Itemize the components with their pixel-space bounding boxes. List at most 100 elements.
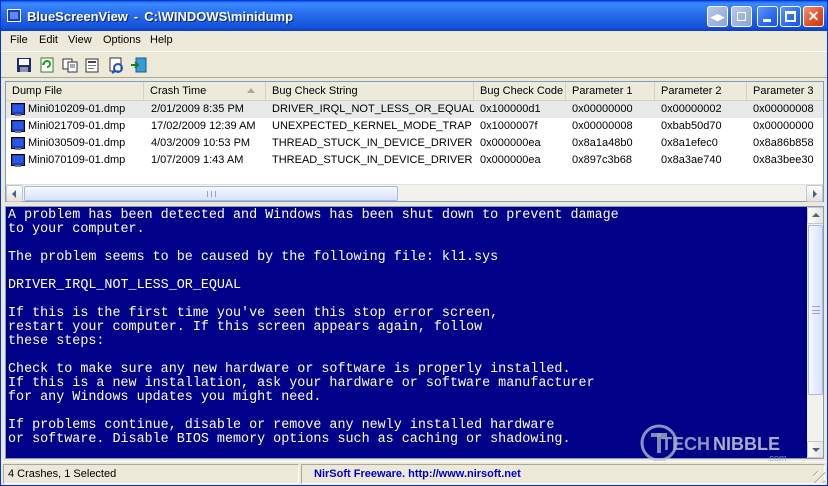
scroll-down-button[interactable] <box>807 441 823 458</box>
bsod-line: to your computer. <box>8 222 145 237</box>
nirsoft-link[interactable]: NirSoft Freeware. http://www.nirsoft.net <box>306 468 521 480</box>
grip-icon <box>207 191 216 197</box>
scroll-right-button[interactable] <box>806 185 823 202</box>
bsod-line <box>8 405 804 419</box>
copy-icon[interactable] <box>61 56 79 74</box>
cell-crash-time: 2/01/2009 8:35 PM <box>151 103 244 115</box>
cell-parameter-2: 0x8a3ae740 <box>661 154 722 166</box>
title-path: C:\WINDOWS\minidump <box>144 9 294 24</box>
bsod-line: DRIVER_IRQL_NOT_LESS_OR_EQUAL <box>8 278 242 293</box>
close-icon: ✕ <box>807 8 820 24</box>
properties-icon[interactable] <box>83 56 101 74</box>
cell-bug-check-code: 0x000000ea <box>480 154 541 166</box>
cell-parameter-3: 0x8a86b858 <box>753 137 814 149</box>
bsod-line: The problem seems to be caused by the fo… <box>8 250 499 265</box>
save-icon[interactable] <box>15 56 33 74</box>
cell-parameter-1: 0x00000000 <box>572 103 633 115</box>
chevron-left-icon <box>12 190 16 198</box>
menu-bar: File Edit View Options Help <box>1 31 827 50</box>
bsod-line <box>8 293 804 307</box>
cell-parameter-2: 0x8a1efec0 <box>661 137 718 149</box>
advanced-options-icon[interactable] <box>107 56 125 74</box>
bsod-line: A problem has been detected and Windows … <box>8 208 619 223</box>
dump-file-icon <box>11 137 25 150</box>
cell-bug-check-code: 0x000000ea <box>480 137 541 149</box>
column-parameter-3[interactable]: Parameter 3 <box>747 82 823 101</box>
menu-options[interactable]: Options <box>103 34 141 46</box>
bsod-line: Check to make sure any new hardware or s… <box>8 362 571 377</box>
bsod-line <box>8 265 804 279</box>
grip-icon <box>812 306 820 314</box>
cell-parameter-3: 0x00000008 <box>753 103 814 115</box>
cell-parameter-1: 0x8a1a48b0 <box>572 137 633 149</box>
sort-ascending-icon <box>247 88 255 93</box>
refresh-icon[interactable] <box>38 56 56 74</box>
cell-dump-file: Mini070109-01.dmp <box>28 154 126 166</box>
cell-dump-file: Mini030509-01.dmp <box>28 137 126 149</box>
cell-bug-check-string: DRIVER_IRQL_NOT_LESS_OR_EQUAL <box>272 103 474 115</box>
horizontal-scroll-thumb[interactable] <box>24 186 398 201</box>
close-button[interactable]: ✕ <box>803 6 824 27</box>
column-bug-check-code[interactable]: Bug Check Code <box>474 82 566 101</box>
cell-bug-check-code: 0x1000007f <box>480 120 538 132</box>
column-parameter-2[interactable]: Parameter 2 <box>655 82 747 101</box>
toolbar <box>1 51 827 78</box>
cell-crash-time: 1/07/2009 1:43 AM <box>151 154 244 166</box>
cell-crash-time: 4/03/2009 10:53 PM <box>151 137 251 149</box>
bsod-line: If this is the first time you've seen th… <box>8 306 499 321</box>
scroll-left-button[interactable] <box>6 185 23 202</box>
vertical-scrollbar[interactable] <box>807 207 823 458</box>
table-row[interactable]: Mini021709-01.dmp 17/02/2009 12:39 AM UN… <box>6 118 823 135</box>
app-window: BlueScreenView - C:\WINDOWS\minidump ◀▶ ✕ … <box>0 0 828 486</box>
minimize-icon <box>763 19 771 22</box>
vertical-scroll-thumb[interactable] <box>808 225 823 395</box>
rollup-button[interactable]: ◀▶ <box>707 6 728 27</box>
window-title: BlueScreenView - C:\WINDOWS\minidump <box>27 9 293 24</box>
chevron-down-icon <box>812 448 820 452</box>
resize-grip-icon[interactable] <box>813 471 825 483</box>
cell-dump-file: Mini021709-01.dmp <box>28 120 126 132</box>
cell-parameter-1: 0x897c3b68 <box>572 154 632 166</box>
table-row-selected[interactable]: Mini010209-01.dmp 2/01/2009 8:35 PM DRIV… <box>6 101 823 118</box>
watermark-text-light: NIBBLE <box>713 434 780 454</box>
menu-edit[interactable]: Edit <box>39 34 58 46</box>
menu-help[interactable]: Help <box>150 34 173 46</box>
chevron-right-icon <box>813 190 817 198</box>
bsod-line <box>8 237 804 251</box>
cell-parameter-3: 0x8a3bee30 <box>753 154 814 166</box>
cell-parameter-2: 0x00000002 <box>661 103 722 115</box>
exit-icon[interactable] <box>130 56 148 74</box>
horizontal-scrollbar[interactable] <box>6 184 823 202</box>
status-credit: NirSoft Freeware. http://www.nirsoft.net <box>301 464 825 484</box>
app-name: BlueScreenView <box>27 9 128 24</box>
menu-file[interactable]: File <box>10 34 28 46</box>
table-row[interactable]: Mini030509-01.dmp 4/03/2009 10:53 PM THR… <box>6 135 823 152</box>
bsod-preview-pane[interactable]: A problem has been detected and Windows … <box>5 206 824 459</box>
bsod-line: If this is a new installation, ask your … <box>8 376 595 391</box>
crash-list[interactable]: Dump File Crash Time Bug Check String Bu… <box>5 81 824 202</box>
tray-button[interactable] <box>731 6 752 27</box>
cell-parameter-3: 0x00000000 <box>753 120 814 132</box>
cell-bug-check-code: 0x100000d1 <box>480 103 541 115</box>
technibble-watermark: TECH NIBBLE .com <box>639 423 799 465</box>
column-dump-file[interactable]: Dump File <box>6 82 144 101</box>
app-icon <box>7 9 21 22</box>
cell-parameter-1: 0x00000008 <box>572 120 633 132</box>
cell-parameter-2: 0xbab50d70 <box>661 120 722 132</box>
dump-file-icon <box>11 154 25 167</box>
status-bar: 4 Crashes, 1 Selected NirSoft Freeware. … <box>1 461 827 485</box>
column-bug-check-string[interactable]: Bug Check String <box>266 82 474 101</box>
cell-crash-time: 17/02/2009 12:39 AM <box>151 120 256 132</box>
scroll-up-button[interactable] <box>807 207 823 224</box>
column-parameter-1[interactable]: Parameter 1 <box>566 82 655 101</box>
table-row[interactable]: Mini070109-01.dmp 1/07/2009 1:43 AM THRE… <box>6 152 823 169</box>
status-summary: 4 Crashes, 1 Selected <box>3 464 299 484</box>
bsod-text: A problem has been detected and Windows … <box>8 209 804 447</box>
bsod-line: for any Windows updates you might need. <box>8 390 322 405</box>
menu-view[interactable]: View <box>68 34 92 46</box>
column-crash-time[interactable]: Crash Time <box>144 82 266 101</box>
cell-bug-check-string: THREAD_STUCK_IN_DEVICE_DRIVER <box>272 137 473 149</box>
maximize-button[interactable] <box>780 6 801 27</box>
minimize-button[interactable] <box>757 6 778 27</box>
title-bar[interactable]: BlueScreenView - C:\WINDOWS\minidump ◀▶ ✕ <box>1 1 827 31</box>
